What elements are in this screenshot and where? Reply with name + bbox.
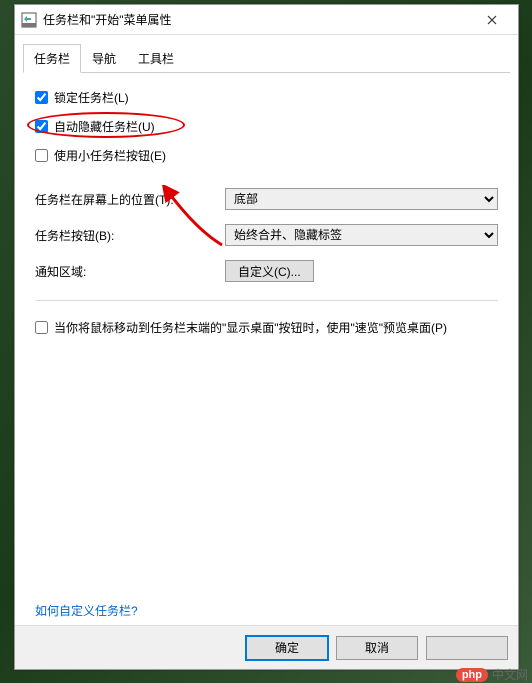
buttons-select[interactable]: 始终合并、隐藏标签	[225, 224, 498, 246]
autohide-taskbar-label: 自动隐藏任务栏(U)	[54, 118, 155, 135]
peek-row[interactable]: 当你将鼠标移动到任务栏末端的"显示桌面"按钮时，使用"速览"预览桌面(P)	[35, 319, 498, 336]
small-buttons-label: 使用小任务栏按钮(E)	[54, 147, 166, 164]
cancel-button[interactable]: 取消	[336, 636, 418, 660]
titlebar: 任务栏和"开始"菜单属性	[15, 5, 518, 35]
tab-taskbar[interactable]: 任务栏	[23, 44, 81, 73]
autohide-taskbar-row[interactable]: 自动隐藏任务栏(U)	[35, 118, 498, 135]
buttons-label: 任务栏按钮(B):	[35, 227, 225, 244]
close-button[interactable]	[472, 6, 512, 34]
peek-checkbox[interactable]	[35, 321, 48, 334]
lock-taskbar-row[interactable]: 锁定任务栏(L)	[35, 89, 498, 106]
notify-row: 通知区域: 自定义(C)...	[35, 260, 498, 282]
tab-navigation[interactable]: 导航	[81, 44, 127, 73]
taskbar-icon	[21, 12, 37, 28]
window-title: 任务栏和"开始"菜单属性	[43, 11, 472, 28]
tab-content: 锁定任务栏(L) 自动隐藏任务栏(U) 使用小任务栏按钮(E) 任务栏在屏幕上的…	[15, 73, 518, 633]
properties-dialog: 任务栏和"开始"菜单属性 任务栏 导航 工具栏 锁定任务栏(L) 自动隐藏任务栏…	[14, 4, 519, 670]
position-label: 任务栏在屏幕上的位置(T):	[35, 191, 225, 208]
small-buttons-checkbox[interactable]	[35, 149, 48, 162]
position-row: 任务栏在屏幕上的位置(T): 底部	[35, 188, 498, 210]
notify-label: 通知区域:	[35, 263, 225, 280]
lock-taskbar-checkbox[interactable]	[35, 91, 48, 104]
button-bar: 确定 取消 ...	[15, 625, 518, 669]
ok-button[interactable]: 确定	[246, 636, 328, 660]
small-buttons-row[interactable]: 使用小任务栏按钮(E)	[35, 147, 498, 164]
customize-button[interactable]: 自定义(C)...	[225, 260, 314, 282]
help-link[interactable]: 如何自定义任务栏?	[35, 602, 138, 619]
apply-button[interactable]: ...	[426, 636, 508, 660]
lock-taskbar-label: 锁定任务栏(L)	[54, 89, 129, 106]
separator	[35, 300, 498, 301]
tab-toolbars[interactable]: 工具栏	[127, 44, 185, 73]
tab-bar: 任务栏 导航 工具栏	[23, 43, 510, 73]
autohide-taskbar-checkbox[interactable]	[35, 120, 48, 133]
peek-label: 当你将鼠标移动到任务栏末端的"显示桌面"按钮时，使用"速览"预览桌面(P)	[54, 319, 447, 336]
position-select[interactable]: 底部	[225, 188, 498, 210]
buttons-row: 任务栏按钮(B): 始终合并、隐藏标签	[35, 224, 498, 246]
